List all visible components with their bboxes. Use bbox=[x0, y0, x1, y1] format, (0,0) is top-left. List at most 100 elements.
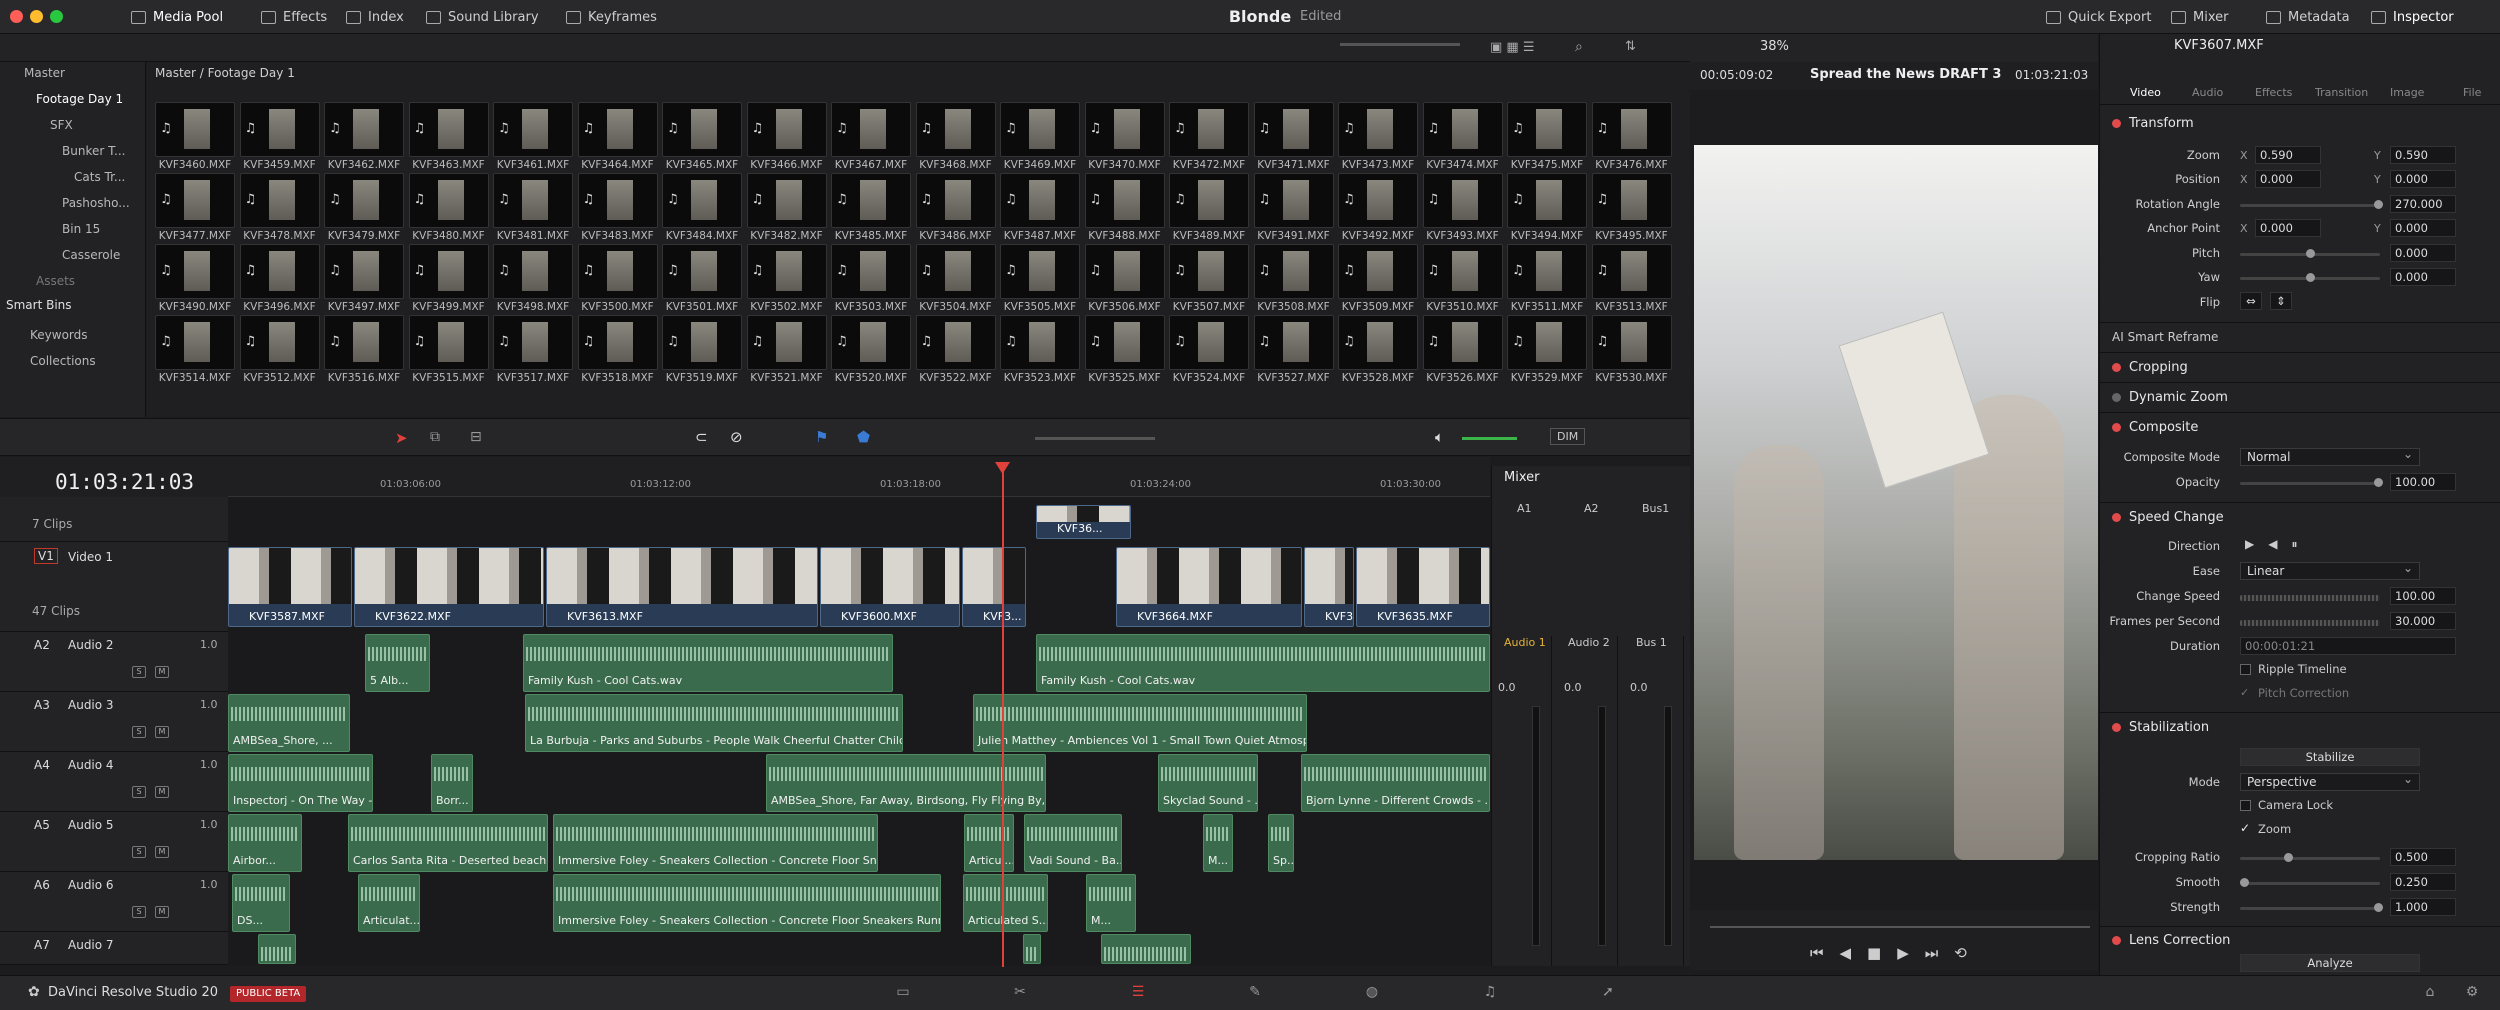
clip-thumbnail[interactable]: ♫ KVF3488.MXF bbox=[1084, 173, 1165, 243]
clip-thumbnail[interactable]: ♫ KVF3473.MXF bbox=[1338, 102, 1418, 172]
composite-mode-dropdown[interactable]: Normal bbox=[2240, 447, 2420, 466]
video-viewer[interactable] bbox=[1694, 145, 2098, 860]
clip-thumbnail[interactable]: ♫ KVF3462.MXF bbox=[324, 102, 404, 172]
clip-thumbnail[interactable]: ♫ KVF3475.MXF bbox=[1507, 102, 1587, 172]
clip-thumbnail[interactable]: ♫ KVF3521.MXF bbox=[746, 315, 827, 385]
timeline-zoom-slider[interactable] bbox=[1035, 437, 1155, 440]
yaw-field[interactable]: 0.000 bbox=[2390, 268, 2456, 286]
clip-thumbnail[interactable]: ♫ KVF3511.MXF bbox=[1507, 244, 1587, 314]
opacity-field[interactable]: 100.00 bbox=[2390, 473, 2456, 491]
audio-clip[interactable]: M... bbox=[1086, 874, 1136, 932]
audio-clip[interactable]: DS... bbox=[232, 874, 290, 932]
mute-button[interactable]: M bbox=[155, 906, 169, 918]
zoom-x-field[interactable]: 0.590 bbox=[2255, 146, 2321, 164]
snapping-icon[interactable]: ⊂ bbox=[695, 428, 708, 446]
video-clip[interactable]: KVF3622.MXF bbox=[354, 547, 544, 627]
clip-thumbnail[interactable]: ♫ KVF3482.MXF bbox=[746, 173, 827, 243]
settings-icon[interactable]: ⚙ bbox=[2462, 984, 2482, 1002]
clip-thumbnail[interactable]: ♫ KVF3483.MXF bbox=[577, 173, 658, 243]
effects-tab[interactable]: Effects bbox=[255, 0, 333, 34]
close-window-icon[interactable] bbox=[10, 10, 23, 23]
clip-thumbnail[interactable]: ♫ KVF3481.MXF bbox=[493, 173, 573, 243]
stabilize-button[interactable]: Stabilize bbox=[2240, 748, 2420, 766]
bin-assets[interactable]: Assets bbox=[36, 274, 75, 288]
opacity-slider[interactable] bbox=[2240, 478, 2383, 487]
pitch-correction-checkbox[interactable]: ✓ bbox=[2240, 686, 2249, 699]
rotation-field[interactable]: 270.000 bbox=[2390, 195, 2456, 213]
bin-footage-day-1[interactable]: Footage Day 1 bbox=[36, 92, 123, 106]
clip-thumbnail[interactable]: ♫ KVF3464.MXF bbox=[577, 102, 658, 172]
clip-thumbnail[interactable]: ♫ KVF3463.MXF bbox=[408, 102, 489, 172]
clip-thumbnail[interactable]: ♫ KVF3519.MXF bbox=[662, 315, 742, 385]
blade-tool-icon[interactable]: ⊟ bbox=[470, 429, 482, 445]
sort-icon[interactable]: ⇅ bbox=[1625, 39, 1636, 54]
clip-thumbnail[interactable]: ♫ KVF3495.MXF bbox=[1591, 173, 1672, 243]
clip-thumbnail[interactable]: ♫ KVF3502.MXF bbox=[746, 244, 827, 314]
clip-thumbnail[interactable]: ♫ KVF3487.MXF bbox=[1000, 173, 1080, 243]
timeline-ruler[interactable]: 01:03:06:00 01:03:12:00 01:03:18:00 01:0… bbox=[228, 457, 1490, 497]
smart-bin-keywords[interactable]: Keywords bbox=[30, 328, 88, 342]
media-pool-tab[interactable]: Media Pool bbox=[125, 0, 229, 34]
video-clip[interactable]: KVF3635.MXF bbox=[1356, 547, 1490, 627]
video-clip[interactable]: KVF3600.MXF bbox=[820, 547, 960, 627]
cut-page-icon[interactable]: ✂ bbox=[1010, 984, 1030, 1002]
change-speed-field[interactable]: 100.00 bbox=[2390, 587, 2456, 605]
bin-15[interactable]: Bin 15 bbox=[62, 222, 100, 236]
clip-thumbnail[interactable]: ♫ KVF3472.MXF bbox=[1169, 102, 1249, 172]
audio-clip[interactable]: Inspectorj - On The Way - ... bbox=[228, 754, 373, 812]
clip-thumbnail[interactable]: ♫ KVF3525.MXF bbox=[1084, 315, 1165, 385]
bin-casserole[interactable]: Casserole bbox=[62, 248, 120, 262]
bin-master[interactable]: Master bbox=[24, 66, 65, 80]
clip-thumbnail[interactable]: ♫ KVF3497.MXF bbox=[324, 244, 404, 314]
clip-thumbnail[interactable]: ♫ KVF3529.MXF bbox=[1507, 315, 1587, 385]
clip-thumbnail[interactable]: ♫ KVF3469.MXF bbox=[1000, 102, 1080, 172]
inspector-tab-video[interactable]: Video bbox=[2130, 86, 2161, 99]
clip-thumbnail[interactable]: ♫ KVF3509.MXF bbox=[1338, 244, 1418, 314]
zoom-dropdown[interactable]: 38% bbox=[1760, 39, 1789, 54]
zoom-checkbox[interactable]: ✓ bbox=[2240, 821, 2250, 835]
audio-clip[interactable]: 5 Alb... bbox=[365, 634, 430, 692]
clip-thumbnail[interactable]: ♫ KVF3480.MXF bbox=[408, 173, 489, 243]
clip-thumbnail[interactable]: ♫ KVF3493.MXF bbox=[1422, 173, 1503, 243]
maximize-window-icon[interactable] bbox=[50, 10, 63, 23]
video-clip[interactable]: KVF36... bbox=[1036, 505, 1131, 539]
playhead[interactable] bbox=[1002, 462, 1004, 967]
dim-button[interactable]: DIM bbox=[1550, 428, 1586, 445]
anchor-x-field[interactable]: 0.000 bbox=[2255, 219, 2321, 237]
clip-thumbnail[interactable]: ♫ KVF3466.MXF bbox=[746, 102, 827, 172]
clip-thumbnail[interactable]: ♫ KVF3516.MXF bbox=[324, 315, 404, 385]
clip-thumbnail[interactable]: ♫ KVF3479.MXF bbox=[324, 173, 404, 243]
deliver-page-icon[interactable]: ➚ bbox=[1598, 984, 1618, 1002]
solo-button[interactable]: S bbox=[132, 786, 146, 798]
clip-thumbnail[interactable]: ♫ KVF3496.MXF bbox=[239, 244, 320, 314]
clip-thumbnail[interactable]: ♫ KVF3512.MXF bbox=[239, 315, 320, 385]
clip-thumbnail[interactable]: ♫ KVF3515.MXF bbox=[408, 315, 489, 385]
audio-clip[interactable]: Immersive Foley - Sneakers Collection - … bbox=[553, 874, 941, 932]
audio-clip[interactable] bbox=[1023, 934, 1041, 964]
clip-thumbnail[interactable]: ♫ KVF3477.MXF bbox=[155, 173, 235, 243]
cropping-ratio-field[interactable]: 0.500 bbox=[2390, 848, 2456, 866]
inspector-tab[interactable]: Inspector bbox=[2365, 0, 2460, 34]
cropping-ratio-slider[interactable] bbox=[2240, 853, 2380, 862]
anchor-y-field[interactable]: 0.000 bbox=[2390, 219, 2456, 237]
mute-button[interactable]: M bbox=[155, 666, 169, 678]
mixer-tab[interactable]: Mixer bbox=[2165, 0, 2234, 34]
metadata-tab[interactable]: Metadata bbox=[2260, 0, 2356, 34]
clip-thumbnail[interactable]: ♫ KVF3474.MXF bbox=[1422, 102, 1503, 172]
audio-clip[interactable]: AMBSea_Shore, ... bbox=[228, 694, 350, 752]
clip-thumbnail[interactable]: ♫ KVF3484.MXF bbox=[662, 173, 742, 243]
edit-page-icon[interactable]: ☰ bbox=[1128, 984, 1148, 1002]
speaker-icon[interactable]: 🔈︎ bbox=[1435, 428, 1444, 446]
clip-thumbnail[interactable]: ♫ KVF3471.MXF bbox=[1253, 102, 1334, 172]
lens-correction-section[interactable]: Lens Correction bbox=[2112, 933, 2230, 948]
zoom-y-field[interactable]: 0.590 bbox=[2390, 146, 2456, 164]
video-clip[interactable]: KVF3613.MXF bbox=[546, 547, 818, 627]
video-clip[interactable]: KVF3... bbox=[962, 547, 1026, 627]
pitch-field[interactable]: 0.000 bbox=[2390, 244, 2456, 262]
clip-thumbnail[interactable]: ♫ KVF3460.MXF bbox=[155, 102, 235, 172]
timeline-name-dropdown[interactable]: Spread the News DRAFT 3 bbox=[1810, 67, 2001, 82]
clip-thumbnail[interactable]: ♫ KVF3513.MXF bbox=[1591, 244, 1672, 314]
clip-thumbnail[interactable]: ♫ KVF3522.MXF bbox=[915, 315, 996, 385]
change-speed-slider[interactable] bbox=[2240, 595, 2380, 601]
inspector-tab-image[interactable]: Image bbox=[2390, 86, 2424, 99]
